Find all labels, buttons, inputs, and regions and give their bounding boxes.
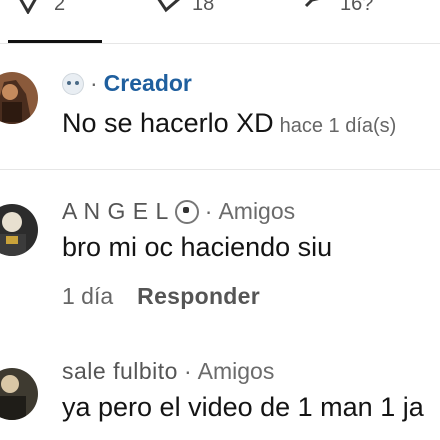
comment-time: 1 día: [62, 283, 114, 309]
separator-dot: ·: [90, 70, 98, 96]
reactions-stat[interactable]: 18: [156, 0, 214, 16]
comment-meta: sale fulbito · Amigos: [62, 358, 274, 385]
reactions-count: 18: [192, 0, 215, 15]
chevron-down-icon: [157, 0, 180, 13]
reply-button[interactable]: Responder: [137, 283, 260, 310]
separator-dot: ·: [204, 198, 213, 224]
separator-dot: ·: [183, 358, 192, 384]
avatar[interactable]: [0, 204, 38, 256]
avatar[interactable]: [0, 72, 38, 124]
likes-stat[interactable]: 2: [18, 0, 65, 16]
likes-count: 2: [54, 0, 66, 15]
views-count: 16?: [340, 0, 374, 15]
eye-icon: [304, 0, 319, 8]
author-role: Amigos: [197, 358, 275, 384]
avatar-image: [0, 204, 38, 256]
avatar[interactable]: [0, 368, 38, 420]
comment-text: No se hacerlo XD hace 1 día(s): [62, 108, 396, 139]
views-stat[interactable]: 16?: [304, 0, 373, 16]
comment-meta: · Creador: [62, 70, 192, 97]
comment-actions: 1 día Responder: [62, 283, 260, 310]
top-action-bar: 2 18 16?: [0, 0, 440, 44]
avatar-image: [0, 368, 38, 420]
comment-message: No se hacerlo XD: [62, 108, 274, 138]
creator-badge: Creador: [103, 70, 192, 96]
comment-meta: A N G E L · Amigos: [62, 198, 295, 225]
alien-emoji-icon: [62, 72, 84, 95]
avatar-image: [0, 72, 38, 124]
comment-divider: [0, 169, 440, 170]
heart-icon: [19, 0, 37, 14]
topbar-divider: [0, 43, 440, 44]
comment-time: hace 1 día(s): [279, 115, 397, 137]
soccer-ball-icon: [174, 199, 199, 224]
comment-author[interactable]: sale fulbito: [62, 358, 178, 385]
comment-text: bro mi oc haciendo siu: [62, 232, 333, 262]
comment-author[interactable]: A N G E L: [62, 198, 169, 225]
comment-text: ya pero el video de 1 man 1 ja: [62, 392, 424, 422]
author-role: Amigos: [218, 198, 296, 224]
